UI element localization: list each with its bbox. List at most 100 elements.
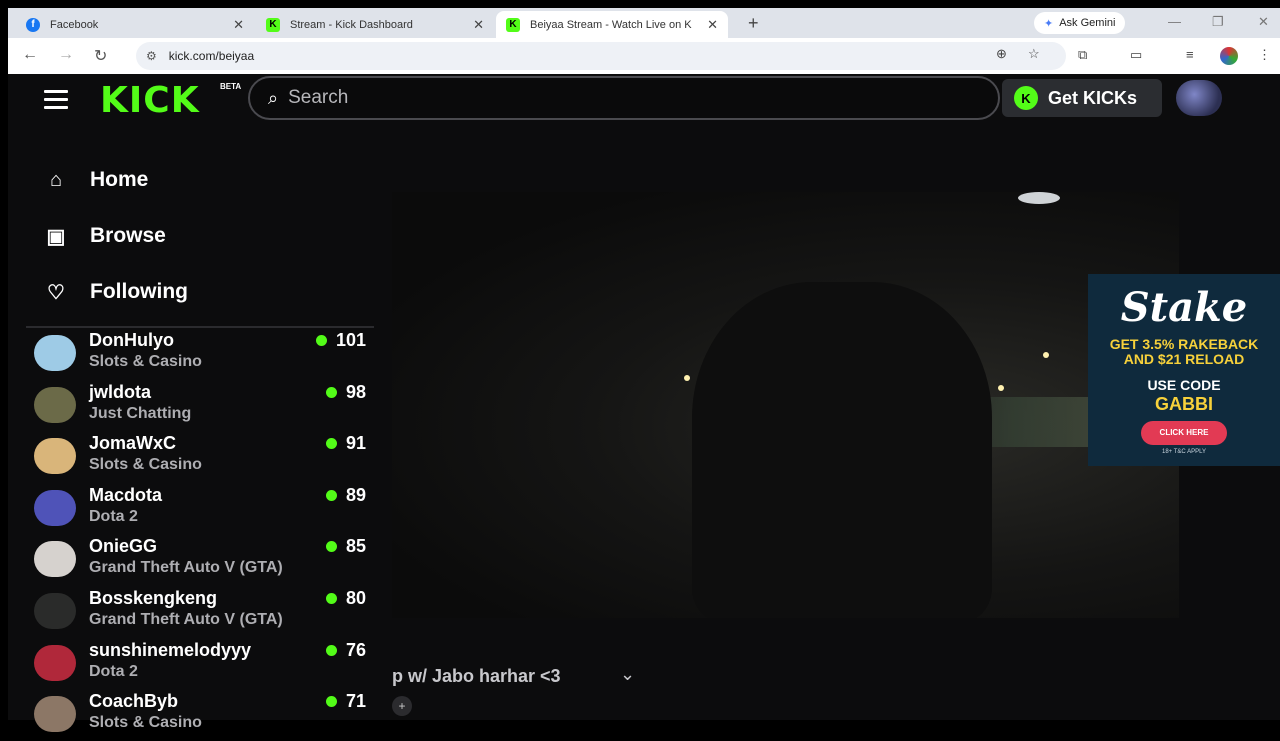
facebook-icon: f [26,17,40,32]
search-input[interactable]: ⌕ Search [248,76,1000,120]
live-dot-icon [315,335,327,346]
following-channel[interactable]: DonHulyo Slots & Casino 101 [26,328,374,380]
forward-icon[interactable]: → [58,46,74,64]
menu-kebab-icon[interactable]: ⋮ [1258,47,1271,63]
sidebar-item-label: Browse [90,224,166,247]
channel-name: OnieGG [89,536,158,557]
live-dot-icon [325,696,337,708]
viewer-count: 98 [325,381,366,403]
channel-category: Dota 2 [89,662,138,680]
live-dot-icon [325,438,337,450]
tab-title: Stream - Kick Dashboard [290,18,413,31]
kick-logo[interactable]: KICK [100,80,200,121]
following-channel[interactable]: Bosskengkeng Grand Theft Auto V (GTA) 80 [26,586,374,638]
search-placeholder: Search [288,87,349,108]
channel-category: Grand Theft Auto V (GTA) [89,610,283,628]
url-text: kick.com/beiyaa [168,49,255,63]
sidebar: ⌂ Home ▣ Browse ♡ Following DonHulyo Slo… [26,152,374,741]
video-light-point [684,375,690,381]
kicks-coin-icon: K [1014,86,1038,110]
ad-offer-line-2: AND $21 RELOAD [1123,351,1245,367]
sidebar-item-home[interactable]: ⌂ Home [26,152,374,208]
channel-category: Slots & Casino [89,714,202,732]
bookmark-star-icon[interactable]: ☆ [1028,46,1040,62]
reload-icon[interactable]: ↻ [94,46,107,66]
viewer-count: 71 [325,691,366,712]
minimize-icon[interactable]: — [1168,14,1181,29]
tab-kick-dashboard[interactable]: K Stream - Kick Dashboard ✕ [256,11,494,38]
channel-category: Dota 2 [89,507,138,525]
live-dot-icon [325,489,337,501]
viewer-count: 76 [325,640,366,661]
user-avatar[interactable] [1176,80,1222,116]
live-dot-icon [325,644,337,656]
address-bar[interactable]: ⚙ kick.com/beiyaa [136,42,1066,70]
tab-facebook[interactable]: f Facebook ✕ [16,11,254,38]
media-control-icon[interactable]: ≡ [1186,47,1194,62]
live-dot-icon [325,386,337,398]
window-close-icon[interactable]: ✕ [1258,14,1269,30]
browse-icon: ▣ [46,225,66,248]
viewer-count-value: 91 [345,433,366,454]
channel-category: Slots & Casino [89,353,202,370]
add-tag-icon[interactable]: + [392,696,412,716]
ask-gemini-button[interactable]: ✦ Ask Gemini [1034,12,1126,34]
following-channel[interactable]: jwldota Just Chatting 98 [26,380,374,432]
stake-ad-banner[interactable]: Stake GET 3.5% RAKEBACK AND $21 RELOAD U… [1088,274,1280,466]
extensions-icon[interactable]: ⧉ [1078,47,1087,63]
viewer-count: 85 [325,536,366,557]
live-dot-icon [325,541,337,553]
new-tab-button[interactable]: + [748,13,759,34]
sidebar-item-label: Following [90,280,188,303]
close-tab-icon[interactable]: ✕ [707,17,718,33]
ad-click-here-button[interactable]: CLICK HERE [1141,421,1227,445]
channel-name: sunshinemelodyyy [89,639,252,660]
back-icon[interactable]: ← [22,46,38,64]
ad-code: GABBI [1155,394,1213,414]
viewer-count-value: 98 [345,381,366,402]
following-list: DonHulyo Slots & Casino 101 jwldota Just… [26,328,374,741]
ad-fine-print: 18+ T&C APPLY [1162,449,1206,455]
channel-category: Grand Theft Auto V (GTA) [89,559,283,577]
channel-name: jwldota [89,381,151,402]
home-icon: ⌂ [49,168,63,191]
avatar [34,696,76,733]
avatar [34,335,76,371]
viewer-count-value: 89 [345,484,366,505]
stream-title: p w/ Jabo harhar <3 [392,666,561,686]
hamburger-menu-icon[interactable] [44,90,68,114]
search-icon: ⌕ [268,87,279,108]
viewer-count: 80 [325,588,366,609]
gemini-icon: ✦ [1044,17,1054,30]
sidebar-item-following[interactable]: ♡ Following [26,264,374,320]
viewer-count: 101 [315,330,366,351]
tab-beiyaa-stream[interactable]: K Beiyaa Stream - Watch Live on K ✕ [496,11,728,38]
site-info-icon[interactable]: ⚙ [146,49,157,63]
channel-category: Just Chatting [89,404,192,422]
following-channel[interactable]: sunshinemelodyyy Dota 2 76 [26,638,374,690]
avatar [34,644,76,681]
viewer-count: 91 [325,433,366,454]
following-channel[interactable]: JomaWxC Slots & Casino 91 [26,431,374,483]
tab-search-icon[interactable]: ▭ [1130,47,1142,63]
following-channel[interactable]: Macdota Dota 2 89 [26,483,374,535]
zoom-icon[interactable]: ⊕ [996,46,1007,62]
browser-tabbar: f Facebook ✕ K Stream - Kick Dashboard ✕… [8,8,1280,38]
sidebar-item-browse[interactable]: ▣ Browse [26,208,374,264]
get-kicks-button[interactable]: K Get KICKs [1002,79,1162,117]
maximize-icon[interactable]: ❐ [1212,14,1224,30]
chevron-down-icon[interactable]: ⌄ [620,664,635,685]
profile-avatar-icon[interactable] [1220,47,1238,65]
video-player[interactable] [392,192,1179,618]
avatar [34,438,76,475]
avatar [34,386,76,423]
sidebar-item-label: Home [90,168,149,191]
close-tab-icon[interactable]: ✕ [233,17,244,33]
following-channel[interactable]: CoachByb Slots & Casino 71 [26,689,374,741]
viewer-count-value: 101 [335,330,366,350]
viewer-count-value: 71 [345,691,366,712]
get-kicks-label: Get KICKs [1048,87,1138,108]
kick-icon: K [266,17,280,32]
close-tab-icon[interactable]: ✕ [473,17,484,33]
following-channel[interactable]: OnieGG Grand Theft Auto V (GTA) 85 [26,534,374,586]
